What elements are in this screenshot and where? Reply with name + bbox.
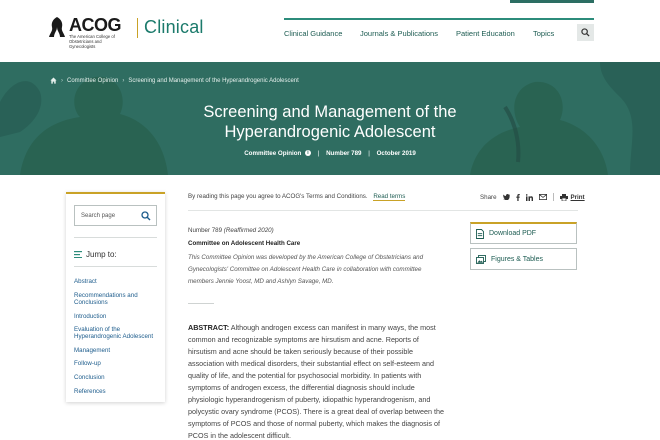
share-label: Share [480, 193, 497, 201]
search-icon [581, 28, 590, 37]
acog-seal-icon [49, 17, 65, 37]
nav-patient-education[interactable]: Patient Education [456, 29, 515, 38]
article-committee: Committee on Adolescent Health Care [188, 240, 301, 247]
search-icon[interactable] [141, 211, 151, 221]
jump-link-follow-up[interactable]: Follow-up [74, 360, 101, 367]
nav-clinical-guidance[interactable]: Clinical Guidance [284, 29, 342, 38]
article-abstract: ABSTRACT: Although androgen excess can m… [188, 322, 448, 440]
jump-to-label: Jump to: [86, 250, 117, 259]
jump-link-recommendations[interactable]: Recommendations and Conclusions [74, 292, 154, 306]
page-search-placeholder: Search page [81, 213, 116, 219]
header-search-button[interactable] [577, 24, 594, 41]
logo-subtitle: The American College of Obstetricians an… [69, 34, 115, 49]
share-separator [552, 193, 554, 201]
breadcrumb-separator: › [122, 77, 125, 84]
breadcrumb-committee-opinion[interactable]: Committee Opinion [67, 78, 118, 84]
meta-separator: | [368, 150, 370, 157]
breadcrumb-current: Screening and Management of the Hyperand… [128, 77, 299, 84]
home-icon[interactable] [50, 77, 57, 84]
acog-logo[interactable]: ACOG The American College of Obstetricia… [48, 16, 204, 49]
linkedin-icon[interactable] [525, 193, 533, 201]
logo-divider [137, 18, 138, 38]
jump-to-underline [74, 266, 157, 267]
terms-text: By reading this page you agree to ACOG's… [188, 193, 368, 200]
twitter-icon[interactable] [502, 194, 510, 200]
page-search-input[interactable]: Search page [74, 205, 157, 226]
jump-link-references[interactable]: References [74, 388, 106, 395]
nav-journals-publications[interactable]: Journals & Publications [360, 29, 438, 38]
site-header: ACOG The American College of Obstetricia… [0, 0, 660, 62]
jump-link-introduction[interactable]: Introduction [74, 313, 106, 320]
hero-banner: › Committee Opinion › Screening and Mana… [0, 62, 660, 175]
article-reaffirmed: (Reaffirmed 2020) [223, 227, 274, 234]
jump-link-conclusion[interactable]: Conclusion [74, 374, 105, 381]
sidebar-nav: Search page Jump to: Abstract Recommenda… [66, 192, 165, 402]
document-number: Number 789 [326, 150, 362, 157]
download-pdf-button[interactable]: Download PDF [470, 222, 577, 244]
image-gallery-icon [476, 254, 486, 264]
print-link[interactable]: Print [571, 194, 585, 201]
terms-notice: By reading this page you agree to ACOG's… [188, 193, 406, 201]
jump-link-management[interactable]: Management [74, 347, 110, 354]
logo-clinical: Clinical [144, 17, 204, 37]
share-divider [188, 210, 578, 211]
article-rule [188, 303, 214, 304]
jump-link-abstract[interactable]: Abstract [74, 278, 97, 285]
breadcrumb-separator: › [61, 77, 63, 84]
document-date: October 2019 [376, 150, 416, 157]
nav-top-rule [284, 18, 594, 20]
abstract-text: Although androgen excess can manifest in… [188, 323, 444, 440]
article-number: Number 789 (Reaffirmed 2020) [188, 227, 448, 234]
list-icon [74, 251, 82, 258]
breadcrumb: › Committee Opinion › Screening and Mana… [50, 77, 299, 84]
logo-text: ACOG The American College of Obstetricia… [69, 16, 129, 49]
top-accent-bar [510, 0, 594, 3]
page-title-line2: Hyperandrogenic Adolescent [224, 123, 436, 141]
facebook-icon[interactable] [515, 193, 520, 201]
read-terms-link[interactable]: Read terms [373, 193, 406, 201]
logo-acog: ACOG [69, 15, 122, 35]
meta-separator: | [317, 150, 320, 157]
nav-topics[interactable]: Topics [533, 29, 554, 38]
page-title: Screening and Management of the Hyperand… [0, 102, 660, 142]
figures-tables-label: Figures & Tables [491, 255, 544, 263]
sidebar-divider [74, 237, 157, 238]
jump-to-heading: Jump to: [74, 250, 117, 259]
pdf-document-icon [476, 228, 484, 239]
email-icon[interactable] [538, 194, 547, 200]
abstract-label: ABSTRACT: [188, 323, 230, 332]
share-bar: Share Print [480, 193, 585, 201]
figures-tables-button[interactable]: Figures & Tables [470, 248, 577, 270]
jump-link-evaluation[interactable]: Evaluation of the Hyperandrogenic Adoles… [74, 326, 160, 340]
download-pdf-label: Download PDF [489, 230, 537, 237]
print-icon[interactable] [559, 193, 568, 201]
article-number-value: Number 789 [188, 227, 223, 234]
article-body: Number 789 (Reaffirmed 2020) Committee o… [188, 227, 448, 440]
info-icon[interactable]: i [305, 150, 311, 157]
article-note: This Committee Opinion was developed by … [188, 254, 424, 285]
page-title-line1: Screening and Management of the [203, 103, 457, 121]
hero-meta: Committee Opinion i | Number 789 | Octob… [0, 150, 660, 157]
document-type: Committee Opinion [244, 150, 302, 157]
